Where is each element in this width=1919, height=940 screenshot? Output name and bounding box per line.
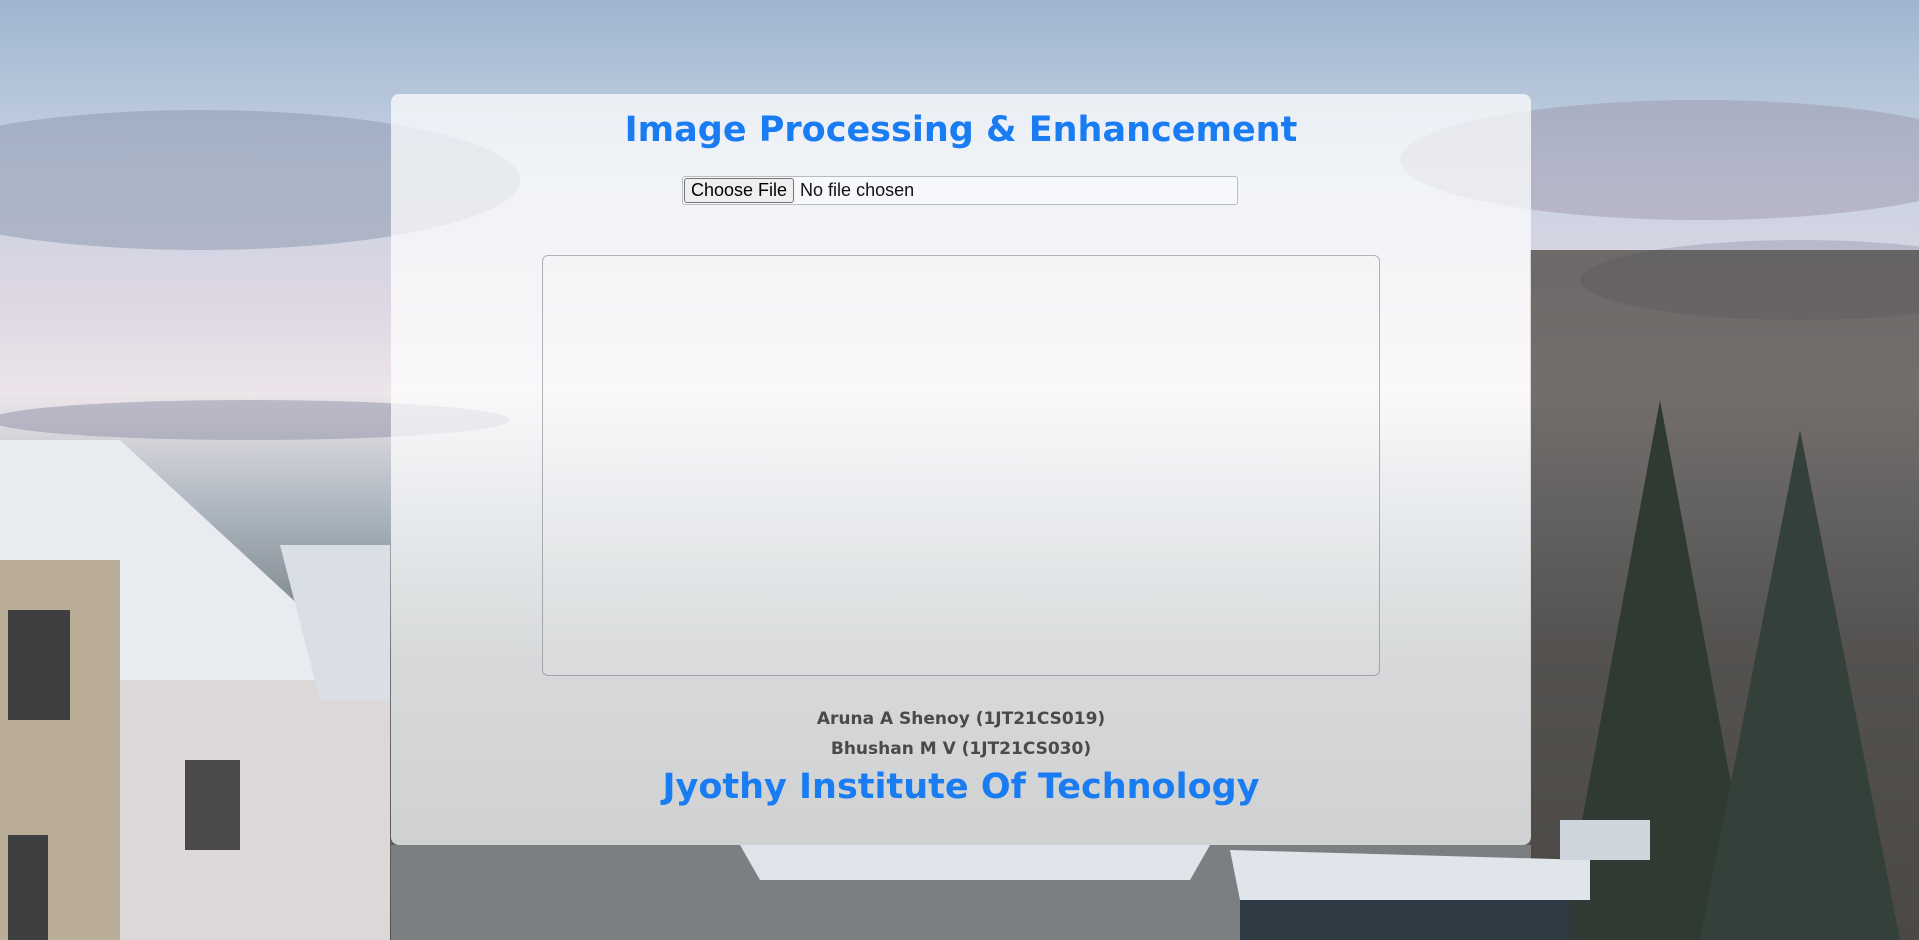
authors-list: Aruna A Shenoy (1JT21CS019) Bhushan M V … xyxy=(391,704,1531,764)
main-card: Image Processing & Enhancement Choose Fi… xyxy=(391,94,1531,845)
page-title: Image Processing & Enhancement xyxy=(624,110,1298,150)
image-preview-area xyxy=(542,255,1380,676)
file-input[interactable]: Choose File No file chosen xyxy=(682,176,1238,205)
institute-name: Jyothy Institute Of Technology xyxy=(662,767,1260,807)
file-status-text: No file chosen xyxy=(800,180,915,200)
choose-file-button[interactable]: Choose File xyxy=(684,178,795,203)
author-name: Aruna A Shenoy (1JT21CS019) xyxy=(816,709,1106,729)
author-name: Bhushan M V (1JT21CS030) xyxy=(830,739,1092,759)
